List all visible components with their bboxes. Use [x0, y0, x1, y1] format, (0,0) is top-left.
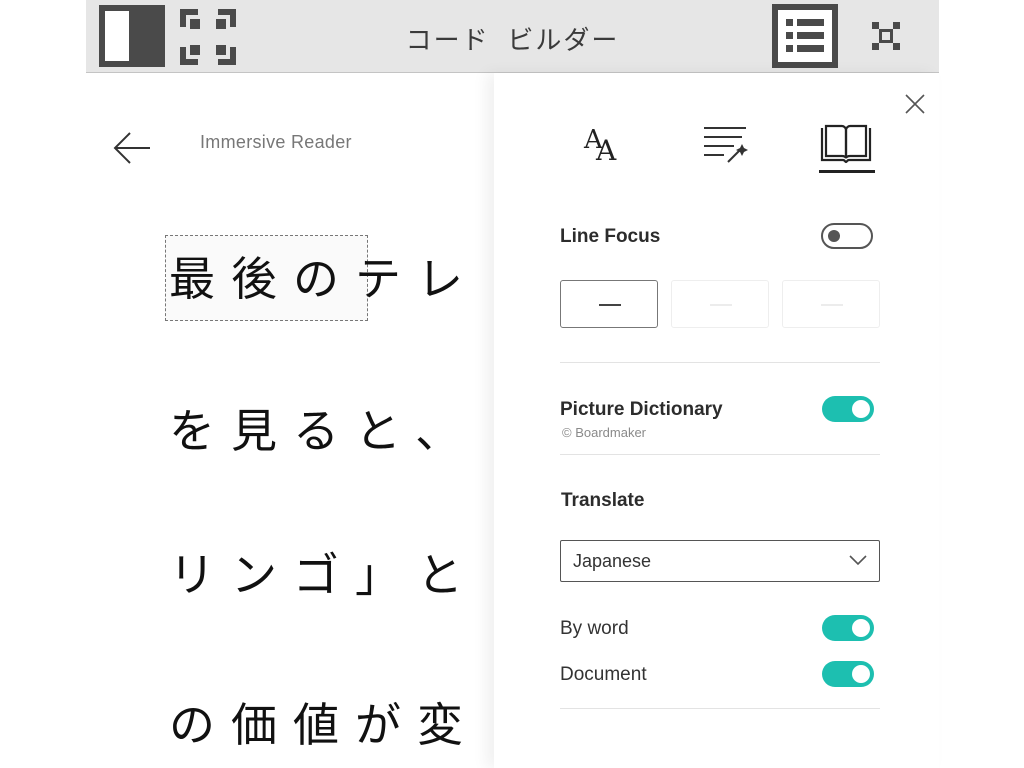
by-word-label: By word — [560, 618, 629, 639]
line-focus-one-line-option[interactable] — [560, 280, 658, 328]
line-focus-three-lines-option[interactable] — [671, 280, 769, 328]
text-preferences-icon[interactable]: A A — [574, 118, 634, 172]
reader-pane: Immersive Reader 最後のテレ を見ると、 リンゴ」と の価値が変 — [86, 73, 506, 768]
divider — [560, 708, 880, 709]
active-tab-indicator — [819, 170, 875, 173]
boardmaker-credit: © Boardmaker — [562, 425, 646, 440]
svg-text:A: A — [595, 134, 617, 167]
reader-line[interactable]: 最後のテレ — [169, 243, 479, 309]
grammar-options-icon[interactable] — [694, 118, 754, 172]
divider — [560, 454, 880, 455]
translate-language-value: Japanese — [573, 551, 652, 571]
close-icon[interactable] — [904, 93, 926, 115]
by-word-toggle[interactable] — [822, 615, 874, 641]
translate-label: Translate — [561, 490, 645, 511]
picture-dictionary-label: Picture Dictionary — [560, 399, 723, 420]
picture-dictionary-toggle[interactable] — [822, 396, 874, 422]
reader-title: Immersive Reader — [200, 132, 352, 152]
close-icon[interactable] — [872, 22, 900, 50]
back-arrow-icon[interactable] — [112, 130, 152, 166]
reading-preferences-icon[interactable] — [816, 118, 876, 172]
line-focus-toggle[interactable] — [821, 223, 873, 249]
line-focus-five-lines-option[interactable] — [782, 280, 880, 328]
line-focus-label: Line Focus — [560, 226, 661, 247]
reader-line[interactable]: リンゴ」と — [169, 539, 479, 605]
app-toolbar: コード ビルダー — [86, 0, 939, 73]
document-label: Document — [560, 664, 647, 685]
reading-preferences-panel: A A Line Focus Picture Dictionary © Boar… — [494, 73, 939, 768]
reader-line[interactable]: の価値が変 — [169, 689, 479, 755]
chevron-down-icon — [849, 555, 867, 566]
reader-line[interactable]: を見ると、 — [169, 395, 477, 461]
list-icon[interactable] — [772, 4, 838, 68]
divider — [560, 362, 880, 363]
document-toggle[interactable] — [822, 661, 874, 687]
translate-language-select[interactable]: Japanese — [560, 540, 880, 582]
